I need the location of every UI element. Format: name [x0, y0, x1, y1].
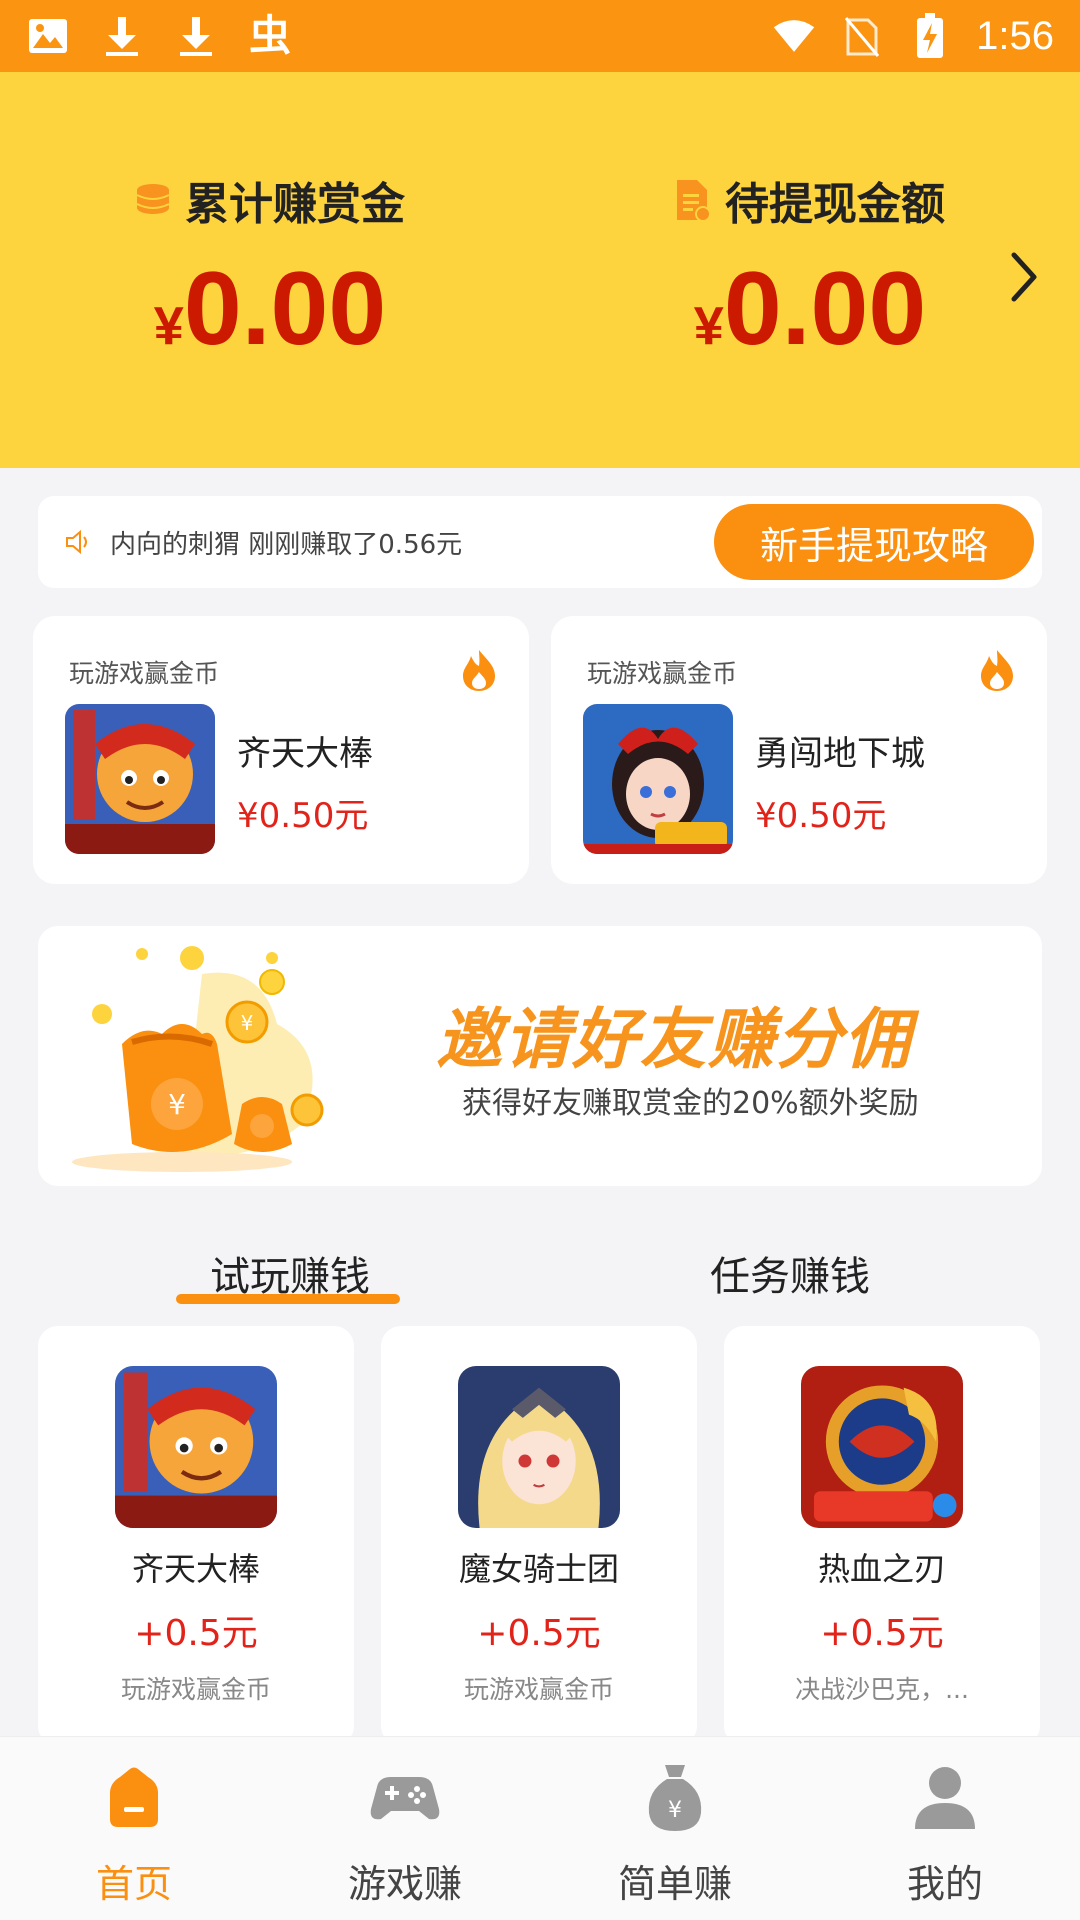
withdraw-guide-button[interactable]: 新手提现攻略 — [714, 504, 1034, 580]
battery-charging-icon — [908, 13, 952, 58]
featured-label: 玩游戏赢金币 — [587, 659, 738, 688]
svg-text:¥: ¥ — [241, 1011, 254, 1035]
download-icon — [100, 14, 144, 58]
invite-banner[interactable]: ¥ ¥ 邀请好友赚分佣 获得好友赚取赏金的20%额外奖励 — [38, 926, 1042, 1186]
gamepad-icon — [370, 1777, 440, 1820]
status-left: 虫 — [26, 14, 772, 58]
pending-withdrawal-title: 待提现金额 — [600, 168, 1020, 232]
svg-text:¥: ¥ — [168, 1088, 186, 1121]
pending-withdrawal: 待提现金额 ¥0.00 — [600, 168, 1020, 369]
game-reward: +0.5元 — [134, 1613, 258, 1654]
image-icon — [26, 14, 70, 58]
featured-game-price: ¥0.50元 — [755, 796, 887, 836]
nav-simple-earn[interactable]: ¥ 简单赚 — [575, 1757, 775, 1908]
download-icon — [174, 14, 218, 58]
user-icon — [915, 1767, 975, 1829]
invite-subtitle: 获得好友赚取赏金的20%额外奖励 — [462, 1086, 919, 1121]
featured-game-card[interactable]: 玩游戏赢金币 齐天大棒 ¥0.50元 — [33, 616, 529, 884]
featured-label: 玩游戏赢金币 — [69, 659, 220, 688]
game-description: 玩游戏赢金币 — [463, 1675, 614, 1704]
total-earnings-value: 0.00 — [183, 251, 387, 367]
game-name: 齐天大棒 — [131, 1550, 260, 1588]
game-name: 魔女骑士团 — [458, 1550, 619, 1588]
currency-symbol: ¥ — [693, 296, 724, 356]
active-tab-indicator — [176, 1294, 400, 1304]
tab-task-earn[interactable]: 任务赚钱 — [710, 1244, 870, 1302]
money-bag-illustration: ¥ ¥ — [72, 946, 324, 1172]
status-bar: 虫 1:56 — [0, 0, 1080, 72]
game-reward: +0.5元 — [477, 1613, 601, 1654]
bottom-navigation: 首页 游戏赚 ¥ 简单赚 我的 — [0, 1736, 1080, 1920]
home-icon — [110, 1767, 158, 1827]
earnings-header[interactable]: 累计赚赏金 ¥0.00 待提现金额 ¥0.00 — [0, 72, 1080, 468]
wifi-icon — [772, 14, 816, 58]
featured-game-card[interactable]: 玩游戏赢金币 勇闯地下城 ¥0.50元 — [551, 616, 1047, 884]
currency-symbol: ¥ — [153, 296, 184, 356]
nav-label: 首页 — [95, 1862, 172, 1906]
document-icon — [677, 180, 711, 222]
status-right: 1:56 — [772, 13, 1054, 59]
earning-tabs: 试玩赚钱 任务赚钱 — [0, 1230, 1080, 1310]
pending-withdrawal-amount: ¥0.00 — [600, 250, 1020, 369]
total-earnings-label: 累计赚赏金 — [185, 179, 405, 230]
game-description: 决战沙巴克，... — [795, 1675, 969, 1704]
money-bag-icon: ¥ — [648, 1765, 702, 1831]
game-icon-monvqishituan — [458, 1366, 620, 1528]
nav-home[interactable]: 首页 — [34, 1757, 234, 1908]
notice-bar: 内向的刺猬 刚刚赚取了0.56元 新手提现攻略 — [38, 496, 1042, 588]
game-icon-qitiandabang — [115, 1366, 277, 1528]
fire-icon — [463, 650, 495, 691]
pending-withdrawal-value: 0.00 — [723, 251, 927, 367]
svg-text:¥: ¥ — [668, 1798, 682, 1823]
chevron-right-icon[interactable] — [1004, 247, 1044, 307]
game-description: 玩游戏赢金币 — [120, 1675, 271, 1704]
clock: 1:56 — [976, 13, 1054, 58]
nav-label: 游戏赚 — [347, 1862, 462, 1906]
total-earnings-amount: ¥0.00 — [60, 250, 480, 369]
nav-label: 简单赚 — [617, 1862, 732, 1906]
coin-stack-icon — [136, 184, 170, 214]
game-icon-qitiandabang — [65, 704, 215, 854]
game-card[interactable]: 魔女骑士团 +0.5元 玩游戏赢金币 — [381, 1326, 697, 1746]
total-earnings: 累计赚赏金 ¥0.00 — [60, 168, 480, 369]
invite-title: 邀请好友赚分佣 — [436, 1001, 912, 1078]
nav-profile[interactable]: 我的 — [845, 1757, 1045, 1908]
game-icon-yongchuangdixiacheng — [583, 704, 733, 854]
no-sim-icon — [840, 14, 884, 58]
game-name: 热血之刃 — [817, 1550, 946, 1588]
nav-game-earn[interactable]: 游戏赚 — [305, 1757, 505, 1908]
speaker-icon — [66, 529, 87, 555]
featured-game-name: 勇闯地下城 — [755, 734, 925, 774]
featured-game-price: ¥0.50元 — [237, 796, 369, 836]
game-card[interactable]: 齐天大棒 +0.5元 玩游戏赢金币 — [38, 1326, 354, 1746]
fire-icon — [981, 650, 1013, 691]
total-earnings-title: 累计赚赏金 — [60, 168, 480, 232]
nav-label: 我的 — [906, 1862, 983, 1906]
game-icon-rexuezhiren — [801, 1366, 963, 1528]
game-card[interactable]: 热血之刃 +0.5元 决战沙巴克，... — [724, 1326, 1040, 1746]
app-notification-icon: 虫 — [248, 11, 291, 60]
pending-withdrawal-label: 待提现金额 — [725, 179, 945, 230]
game-reward: +0.5元 — [820, 1613, 944, 1654]
featured-game-name: 齐天大棒 — [237, 734, 373, 774]
